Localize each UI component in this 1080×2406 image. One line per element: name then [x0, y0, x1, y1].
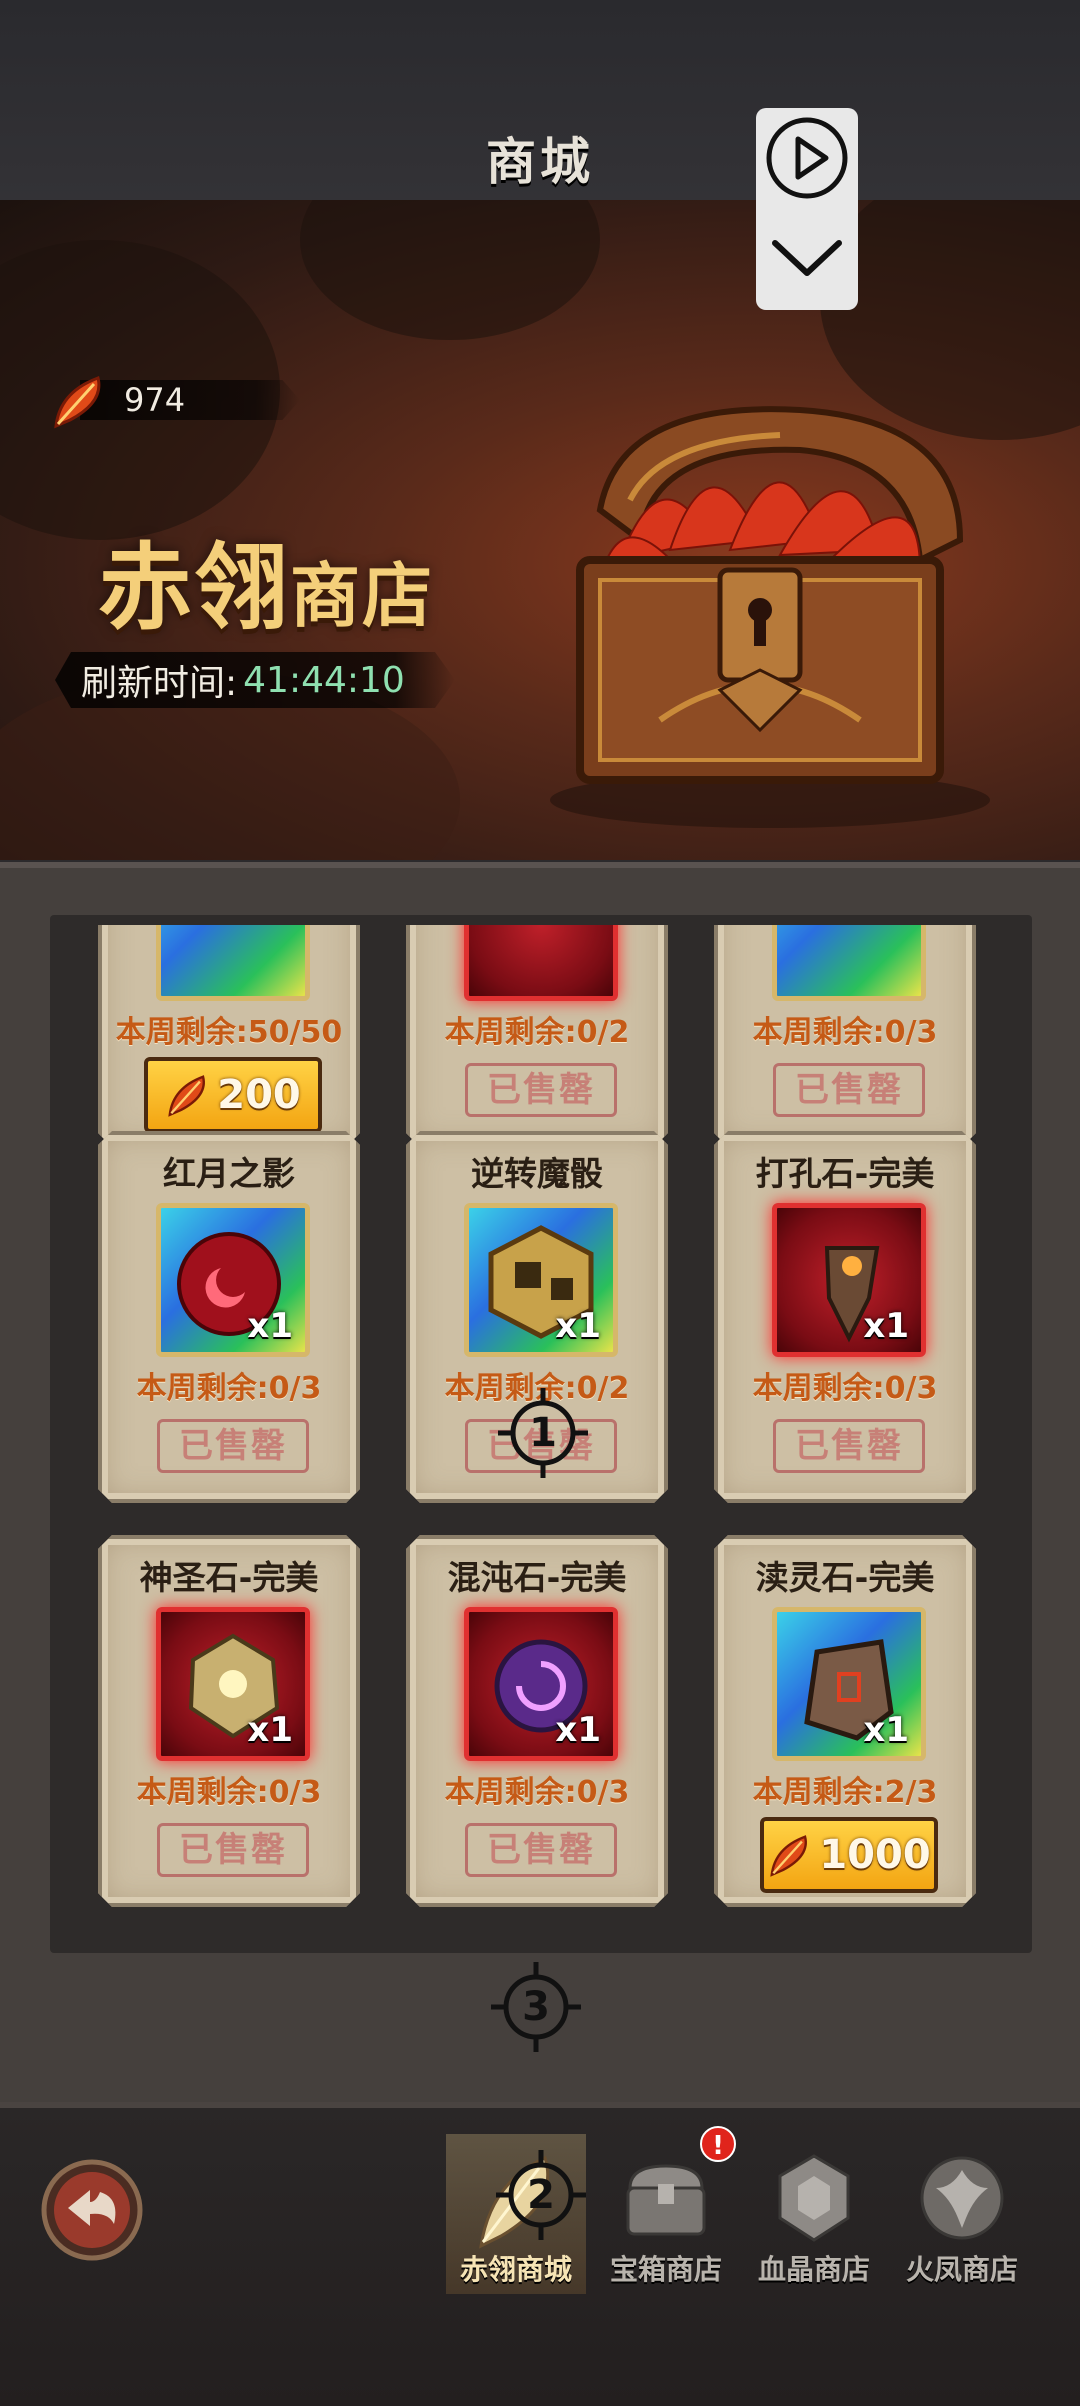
item-card[interactable]: 神圣石-完美 x1 本周剩余:0/3 已售罄: [98, 1535, 360, 1907]
item-qty: x1: [555, 1710, 601, 1750]
item-name: 红月之影: [163, 1154, 295, 1193]
item-qty: x1: [555, 1306, 601, 1346]
item-icon: x1: [464, 1607, 618, 1761]
weekly-remaining: 本周剩余:50/50: [115, 1015, 343, 1050]
red-feather-icon: [767, 1832, 813, 1878]
play-button[interactable]: [756, 108, 858, 208]
tab-label: 宝箱商店: [609, 2253, 722, 2286]
back-button[interactable]: [40, 2158, 144, 2262]
sold-out-stamp: 已售罄: [773, 1419, 925, 1473]
buy-button[interactable]: 1000: [760, 1817, 938, 1893]
item-icon: x1: [464, 1203, 618, 1357]
item-card[interactable]: 本周剩余:0/3 已售罄: [714, 925, 976, 1147]
tab-label: 赤翎商城: [459, 2253, 572, 2286]
currency-value: 974: [124, 381, 186, 419]
item-name: 打孔石-完美: [755, 1154, 935, 1193]
buy-price: 200: [217, 1072, 301, 1118]
currency-display: 974: [50, 372, 300, 429]
collapse-button[interactable]: [756, 208, 858, 308]
crystal-icon: [778, 2154, 850, 2242]
weekly-remaining: 本周剩余:0/3: [136, 1371, 322, 1406]
crosshair-marker-2: 2: [496, 2150, 586, 2240]
notification-badge: !: [700, 2126, 736, 2162]
refresh-value: 41:44:10: [243, 659, 405, 701]
back-arrow-icon: [41, 2159, 143, 2261]
item-card[interactable]: 本周剩余:50/50 200: [98, 925, 360, 1147]
weekly-remaining: 本周剩余:0/2: [444, 1015, 630, 1050]
weekly-remaining: 本周剩余:0/3: [444, 1775, 630, 1810]
item-name: 神圣石-完美: [139, 1558, 319, 1597]
tab-label: 血晶商店: [757, 2253, 870, 2286]
red-feather-icon: [54, 376, 101, 429]
item-name: 混沌石-完美: [447, 1558, 627, 1597]
tab-blood-crystal-shop[interactable]: 血晶商店: [744, 2134, 884, 2294]
sold-out-stamp: 已售罄: [465, 1063, 617, 1117]
item-icon: x1: [156, 1607, 310, 1761]
recorder-widget: [756, 108, 858, 310]
sold-out-stamp: 已售罄: [465, 1823, 617, 1877]
refresh-label: 刷新时间:: [81, 663, 238, 704]
shop-title-main: 赤翎: [98, 534, 291, 643]
sold-out-stamp: 已售罄: [773, 1063, 925, 1117]
buy-button[interactable]: 200: [144, 1057, 322, 1133]
tab-fire-phoenix-shop[interactable]: 火凤商店: [892, 2134, 1032, 2294]
item-qty: x1: [247, 1710, 293, 1750]
item-icon: x1: [772, 1607, 926, 1761]
sold-out-stamp: 已售罄: [157, 1823, 309, 1877]
item-card[interactable]: 红月之影 x1 本周剩余:0/3 已售罄: [98, 1131, 360, 1503]
item-qty: x1: [863, 1710, 909, 1750]
chest-icon: [626, 2164, 706, 2236]
play-circle-icon: [766, 117, 848, 199]
item-icon: x1: [156, 1203, 310, 1357]
crosshair-marker-3: 3: [491, 1962, 581, 2052]
page-title: 商城: [486, 133, 594, 191]
phoenix-icon: [920, 2156, 1004, 2240]
tab-label: 火凤商店: [905, 2253, 1018, 2286]
weekly-remaining: 本周剩余:0/3: [752, 1015, 938, 1050]
refresh-timer: 刷新时间: 41:44:10: [55, 652, 455, 708]
item-card[interactable]: 打孔石-完美 x1 本周剩余:0/3 已售罄: [714, 1131, 976, 1503]
item-icon: x1: [772, 1203, 926, 1357]
item-name: 渎灵石-完美: [755, 1558, 935, 1597]
marker-number: 2: [527, 2172, 555, 2218]
item-name: 逆转魔骰: [471, 1154, 603, 1193]
item-icon: [464, 925, 618, 1001]
weekly-remaining: 本周剩余:0/3: [752, 1371, 938, 1406]
weekly-remaining: 本周剩余:0/3: [136, 1775, 322, 1810]
shop-banner: 974 赤翎商店 刷新时间: 41:44:10: [0, 200, 1080, 860]
top-bar: 商城: [0, 0, 1080, 204]
item-qty: x1: [247, 1306, 293, 1346]
buy-price: 1000: [819, 1832, 931, 1878]
item-qty: x1: [863, 1306, 909, 1346]
shop-title-sub: 商店: [290, 555, 435, 637]
weekly-remaining: 本周剩余:2/3: [752, 1775, 938, 1810]
item-card[interactable]: 渎灵石-完美 x1 本周剩余:2/3 1000: [714, 1535, 976, 1907]
marker-number: 1: [529, 1410, 557, 1456]
chevron-down-icon: [772, 240, 842, 276]
item-icon: [156, 925, 310, 1001]
red-feather-icon: [165, 1072, 211, 1118]
crosshair-marker-1: 1: [498, 1388, 588, 1478]
item-icon: [772, 925, 926, 1001]
shop-title: 赤翎商店: [98, 512, 434, 648]
marker-number: 3: [522, 1984, 550, 2030]
sold-out-stamp: 已售罄: [157, 1419, 309, 1473]
item-card[interactable]: 混沌石-完美 x1 本周剩余:0/3 已售罄: [406, 1535, 668, 1907]
item-card[interactable]: 本周剩余:0/2 已售罄: [406, 925, 668, 1147]
treasure-chest-image: [550, 406, 990, 828]
